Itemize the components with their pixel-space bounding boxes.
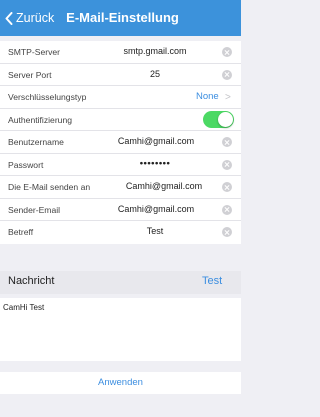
nav-bar: Zurück E-Mail-Einstellung (0, 0, 241, 36)
send-to-row[interactable]: Die E-Mail senden an Camhi@gmail.com (0, 176, 241, 199)
email-settings-form: SMTP-Server smtp.gmail.com Server Port 2… (0, 41, 241, 244)
server-port-label: Server Port (8, 69, 52, 80)
authentication-row: Authentifizierung (0, 109, 241, 131)
send-to-label: Die E-Mail senden an (8, 182, 91, 192)
sender-email-label: Sender-Email (8, 204, 61, 215)
password-row[interactable]: Passwort •••••••• (0, 154, 241, 176)
clear-icon[interactable] (222, 47, 232, 57)
sender-email-field[interactable]: Camhi@gmail.com (103, 204, 209, 214)
clear-icon[interactable] (222, 227, 232, 237)
page-title: E-Mail-Einstellung (66, 10, 179, 25)
authentication-label: Authentifizierung (8, 114, 73, 125)
smtp-server-label: SMTP-Server (8, 47, 61, 57)
server-port-row[interactable]: Server Port 25 (0, 64, 241, 86)
subject-field[interactable]: Test (112, 226, 198, 236)
subject-row[interactable]: Betreff Test (0, 221, 241, 244)
test-button[interactable]: Test (202, 275, 222, 287)
clear-icon[interactable] (222, 137, 232, 147)
clear-icon[interactable] (222, 159, 232, 170)
sender-email-row[interactable]: Sender-Email Camhi@gmail.com (0, 199, 241, 221)
send-to-field[interactable]: Camhi@gmail.com (111, 181, 217, 191)
username-row[interactable]: Benutzername Camhi@gmail.com (0, 131, 241, 154)
smtp-server-row[interactable]: SMTP-Server smtp.gmail.com (0, 41, 241, 64)
username-label: Benutzername (8, 137, 64, 147)
apply-button[interactable]: Anwenden (0, 377, 241, 388)
clear-icon[interactable] (222, 204, 232, 215)
encryption-row[interactable]: Verschlüsselungstyp None > (0, 86, 241, 109)
clear-icon[interactable] (222, 182, 232, 192)
encryption-value[interactable]: None (196, 91, 219, 102)
message-header: Nachricht Test (0, 271, 241, 294)
message-label: Nachricht (8, 275, 55, 287)
password-field[interactable]: •••••••• (112, 158, 198, 169)
encryption-label: Verschlüsselungstyp (8, 92, 87, 102)
apply-bar: Anwenden (0, 372, 241, 394)
chevron-right-icon: > (225, 92, 231, 103)
message-textarea[interactable]: CamHi Test (0, 298, 241, 361)
smtp-server-field[interactable]: smtp.gmail.com (112, 46, 198, 56)
clear-icon[interactable] (222, 69, 232, 80)
username-field[interactable]: Camhi@gmail.com (103, 136, 209, 146)
toggle-knob (218, 112, 233, 127)
authentication-toggle[interactable] (203, 111, 234, 128)
server-port-field[interactable]: 25 (112, 69, 198, 79)
password-label: Passwort (8, 159, 44, 170)
subject-label: Betreff (8, 227, 34, 237)
message-text: CamHi Test (3, 303, 45, 312)
